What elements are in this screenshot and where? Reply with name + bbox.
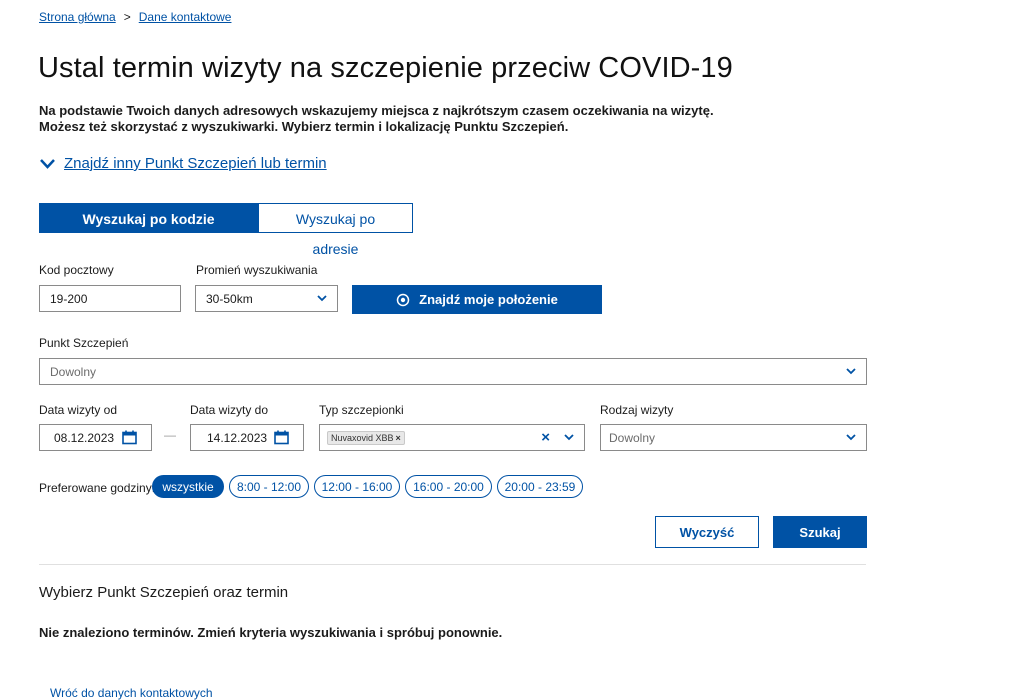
radius-label: Promień wyszukiwania (196, 263, 318, 277)
chevron-down-icon (40, 158, 55, 169)
date-to-label: Data wizyty do (190, 403, 269, 417)
find-other-toggle[interactable]: Znajdź inny Punkt Szczepień lub termin (39, 155, 327, 172)
point-label: Punkt Szczepień (39, 336, 129, 350)
visit-type-label: Rodzaj wizyty (600, 403, 674, 417)
chevron-down-icon (846, 434, 856, 441)
vaccine-tag: Nuvaxovid XBB × (327, 430, 405, 445)
hours-chip-16-20[interactable]: 16:00 - 20:00 (405, 475, 492, 498)
vaccine-type-select[interactable]: Nuvaxovid XBB × × (319, 424, 585, 451)
hours-chip-8-12[interactable]: 8:00 - 12:00 (229, 475, 309, 498)
radius-value: 30-50km (206, 291, 253, 306)
search-button[interactable]: Szukaj (773, 516, 867, 548)
date-range-separator: — (164, 428, 176, 442)
calendar-icon[interactable] (274, 430, 289, 445)
date-from-label: Data wizyty od (39, 403, 118, 417)
target-icon (396, 293, 410, 306)
find-my-location-button[interactable]: Znajdź moje położenie (352, 285, 602, 314)
no-results-message: Nie znaleziono terminów. Zmień kryteria … (39, 625, 503, 640)
tab-postal-code[interactable]: Wyszukaj po kodzie pocztowym (39, 203, 258, 257)
postal-code-input[interactable]: 19-200 (39, 285, 181, 312)
chevron-down-icon (846, 368, 856, 375)
find-other-toggle-label: Znajdź inny Punkt Szczepień lub termin (64, 155, 327, 172)
hours-chip-20-24[interactable]: 20:00 - 23:59 (497, 475, 583, 498)
tab-address[interactable]: Wyszukaj po adresie (258, 203, 413, 257)
page-lead: Na podstawie Twoich danych adresowych ws… (39, 103, 714, 135)
chevron-down-icon (564, 434, 574, 441)
date-to-value: 14.12.2023 (207, 430, 268, 445)
clear-button[interactable]: Wyczyść (655, 516, 759, 548)
calendar-icon[interactable] (122, 430, 137, 445)
lead-line-1: Na podstawie Twoich danych adresowych ws… (39, 103, 714, 118)
chevron-down-icon (317, 295, 327, 302)
date-from-value: 08.12.2023 (54, 430, 115, 445)
page-title: Ustal termin wizyty na szczepienie przec… (38, 52, 733, 84)
date-to-input[interactable]: 14.12.2023 (190, 424, 304, 451)
hours-chip-12-16[interactable]: 12:00 - 16:00 (314, 475, 400, 498)
find-my-location-label: Znajdź moje położenie (419, 292, 558, 307)
vaccine-tag-label: Nuvaxovid XBB (331, 432, 394, 443)
breadcrumb-separator: > (123, 10, 131, 24)
hours-chip-all[interactable]: wszystkie (152, 475, 224, 498)
vaccine-type-label: Typ szczepionki (319, 403, 404, 417)
date-from-input[interactable]: 08.12.2023 (39, 424, 152, 451)
visit-type-select[interactable]: Dowolny (600, 424, 867, 451)
breadcrumb-current-link[interactable]: Dane kontaktowe (139, 10, 232, 24)
back-to-contact-link[interactable]: Wróć do danych kontaktowych (50, 686, 213, 700)
point-select[interactable]: Dowolny (39, 358, 867, 385)
vaccine-tag-remove-icon[interactable]: × (396, 433, 401, 443)
section-divider (39, 564, 866, 565)
search-mode-tabs: Wyszukaj po kodzie pocztowym Wyszukaj po… (39, 203, 413, 257)
breadcrumb-home-link[interactable]: Strona główna (39, 10, 116, 24)
results-title: Wybierz Punkt Szczepień oraz termin (39, 584, 289, 601)
point-placeholder: Dowolny (50, 364, 97, 379)
vaccine-clear-icon[interactable]: × (541, 429, 550, 446)
postal-code-label: Kod pocztowy (39, 263, 114, 277)
preferred-hours-label: Preferowane godziny: (39, 481, 156, 495)
postal-code-value: 19-200 (50, 291, 88, 306)
radius-select[interactable]: 30-50km (195, 285, 338, 312)
lead-line-2: Możesz też skorzystać z wyszukiwarki. Wy… (39, 119, 569, 134)
breadcrumb: Strona główna > Dane kontaktowe (39, 10, 231, 24)
visit-type-placeholder: Dowolny (609, 430, 656, 445)
